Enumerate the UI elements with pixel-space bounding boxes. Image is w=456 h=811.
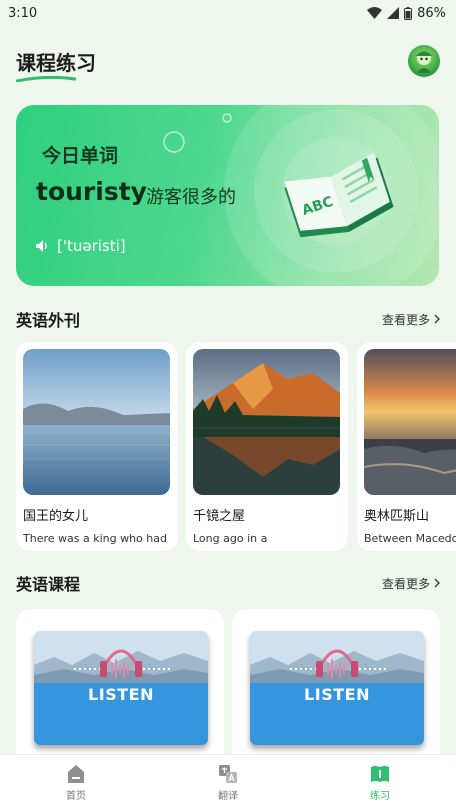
word-meaning: 游客很多的 — [146, 187, 236, 208]
avatar-character-icon — [416, 51, 432, 73]
word-card-label: 今日单词 — [42, 145, 119, 167]
journal-title: 奥林匹斯山 — [364, 509, 430, 524]
journal-subtitle: Between Macedonia — [364, 532, 456, 545]
phonetic-text: ['tuəristi] — [57, 237, 126, 255]
word-of-day-card[interactable]: 今日单词 touristy 游客很多的 ['tuəristi] ABC — [16, 105, 439, 286]
journal-card[interactable]: 奥林匹斯山 Between Macedonia — [357, 342, 456, 551]
journal-card[interactable]: 国王的女儿 There was a king who had — [16, 342, 178, 551]
wifi-icon — [367, 7, 383, 19]
journal-title: 国王的女儿 — [23, 509, 89, 524]
course-more-link[interactable]: 查看更多 — [382, 575, 440, 592]
course-section-title: 英语课程 — [16, 575, 81, 594]
journal-more-label: 查看更多 — [381, 312, 430, 327]
journal-section-title: 英语外刊 — [16, 311, 81, 330]
nav-label-translate: 翻译 — [218, 791, 238, 802]
nav-label-home: 首页 — [66, 791, 86, 802]
journal-image-mountain — [193, 349, 340, 495]
signal-icon — [387, 7, 400, 19]
course-label: LISTEN — [304, 685, 370, 704]
journal-title: 千镜之屋 — [193, 509, 246, 524]
page-header: 课程练习 — [16, 44, 440, 82]
course-thumbnail: LISTEN — [250, 631, 424, 745]
journal-image-sunset — [364, 349, 456, 495]
translate-icon — [219, 765, 237, 783]
course-more-label: 查看更多 — [381, 576, 430, 591]
journal-image-lake — [23, 349, 170, 495]
speaker-icon[interactable] — [36, 240, 49, 252]
status-time: 3:10 — [8, 5, 38, 21]
course-card[interactable]: LISTEN — [232, 609, 440, 759]
course-card[interactable]: LISTEN — [16, 609, 224, 759]
page-title: 课程练习 — [16, 47, 96, 82]
bottom-nav: 首页 翻译 练习 — [0, 754, 456, 811]
avatar[interactable] — [408, 45, 440, 77]
journal-list: 国王的女儿 There was a king who had 千镜之屋 Long… — [16, 342, 456, 554]
phonetic-row[interactable]: ['tuəristi] — [36, 237, 126, 255]
nav-item-translate[interactable]: 翻译 — [152, 755, 304, 811]
course-label: LISTEN — [88, 685, 154, 704]
title-underline — [16, 75, 76, 82]
chevron-right-icon — [434, 578, 440, 588]
book-practice-icon — [371, 766, 389, 782]
nav-item-practice[interactable]: 练习 — [304, 755, 456, 811]
journal-subtitle: Long ago in a — [193, 532, 268, 545]
page-title-text: 课程练习 — [16, 50, 96, 75]
journal-card[interactable]: 千镜之屋 Long ago in a — [186, 342, 348, 551]
status-bar: 3:10 86% — [0, 0, 456, 26]
book-icon: ABC — [284, 152, 394, 238]
course-section-header: 英语课程 查看更多 — [16, 571, 440, 595]
battery-level: 86% — [417, 5, 446, 21]
course-thumbnail: LISTEN — [34, 631, 208, 745]
journal-subtitle: There was a king who had — [23, 532, 167, 545]
nav-item-home[interactable]: 首页 — [0, 755, 152, 811]
nav-label-practice: 练习 — [370, 791, 390, 802]
journal-section-header: 英语外刊 查看更多 — [16, 307, 440, 331]
journal-more-link[interactable]: 查看更多 — [382, 311, 440, 328]
status-icons: 86% — [367, 6, 446, 21]
course-list: LISTEN LISTEN — [16, 609, 456, 759]
chevron-right-icon — [434, 314, 440, 324]
home-icon — [68, 765, 84, 783]
battery-icon — [404, 6, 413, 20]
word-text: touristy — [36, 177, 147, 206]
